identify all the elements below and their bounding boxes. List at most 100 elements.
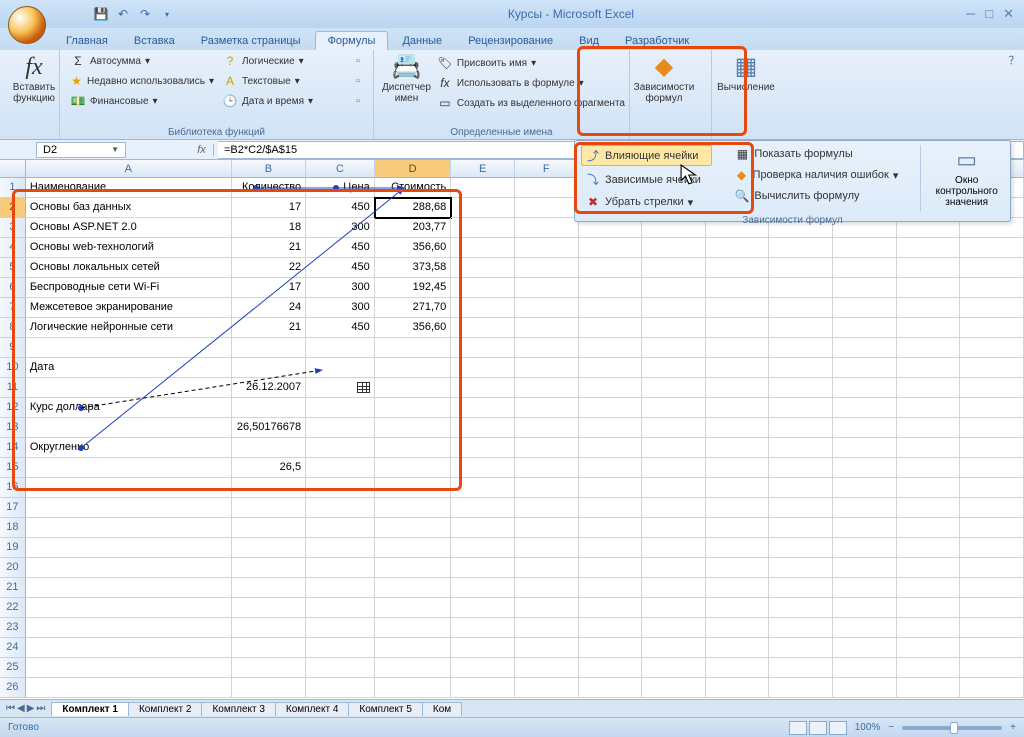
cell[interactable] xyxy=(451,558,515,578)
cell[interactable] xyxy=(960,498,1024,518)
cell[interactable] xyxy=(897,658,961,678)
cell[interactable] xyxy=(232,358,307,378)
cell[interactable] xyxy=(706,578,770,598)
formula-auditing-button[interactable]: ◆ Зависимости формул xyxy=(636,52,692,118)
cell[interactable] xyxy=(579,238,643,258)
cell[interactable] xyxy=(642,678,706,698)
cell[interactable] xyxy=(232,498,307,518)
cell[interactable] xyxy=(642,398,706,418)
row-header[interactable]: 15 xyxy=(0,458,26,478)
math-icon[interactable]: ▫ xyxy=(356,75,367,87)
cell[interactable] xyxy=(451,398,515,418)
cell[interactable] xyxy=(451,378,515,398)
cell[interactable] xyxy=(960,298,1024,318)
cell[interactable] xyxy=(642,438,706,458)
cell[interactable] xyxy=(232,638,307,658)
cell[interactable] xyxy=(897,298,961,318)
row-header[interactable]: 4 xyxy=(0,238,26,258)
cell[interactable] xyxy=(579,298,643,318)
cell[interactable] xyxy=(833,518,897,538)
cell[interactable] xyxy=(375,478,452,498)
cell[interactable]: Межсетевое экранирование xyxy=(26,298,232,318)
cell[interactable] xyxy=(579,638,643,658)
cell[interactable]: Основы локальных сетей xyxy=(26,258,232,278)
cell[interactable] xyxy=(451,338,515,358)
cell[interactable]: 17 xyxy=(232,198,307,218)
remove-arrows-button[interactable]: ✖Убрать стрелки ▾ xyxy=(581,193,712,211)
cell[interactable] xyxy=(306,358,375,378)
cell[interactable] xyxy=(706,438,770,458)
sheet-nav-prev-icon[interactable]: ◀ xyxy=(17,703,25,714)
cell[interactable] xyxy=(579,318,643,338)
cell[interactable] xyxy=(375,398,452,418)
lookup-icon[interactable]: ▫ xyxy=(356,55,367,67)
cell[interactable] xyxy=(375,418,452,438)
cell[interactable] xyxy=(515,518,579,538)
cell[interactable] xyxy=(960,358,1024,378)
cell[interactable] xyxy=(897,618,961,638)
redo-icon[interactable]: ↷ xyxy=(136,5,154,23)
cell[interactable] xyxy=(769,558,833,578)
cell[interactable] xyxy=(897,258,961,278)
cell[interactable] xyxy=(515,498,579,518)
cell[interactable] xyxy=(833,398,897,418)
col-header-C[interactable]: C xyxy=(306,160,375,177)
cell[interactable] xyxy=(642,358,706,378)
row-header[interactable]: 5 xyxy=(0,258,26,278)
cell[interactable] xyxy=(960,538,1024,558)
cell[interactable] xyxy=(642,498,706,518)
cell[interactable] xyxy=(451,578,515,598)
cell[interactable] xyxy=(515,418,579,438)
cell[interactable] xyxy=(451,218,515,238)
sheet-nav-next-icon[interactable]: ▶ xyxy=(27,703,35,714)
row-header[interactable]: 18 xyxy=(0,518,26,538)
cell[interactable] xyxy=(960,558,1024,578)
cell[interactable] xyxy=(451,298,515,318)
cell[interactable]: 356,60 xyxy=(375,318,452,338)
cell[interactable] xyxy=(306,638,375,658)
cell[interactable] xyxy=(897,678,961,698)
cell[interactable] xyxy=(642,238,706,258)
cell[interactable] xyxy=(897,638,961,658)
cell[interactable] xyxy=(375,438,452,458)
cell[interactable] xyxy=(232,338,307,358)
cell[interactable] xyxy=(833,558,897,578)
cell[interactable] xyxy=(26,558,232,578)
cell[interactable]: 300 xyxy=(306,298,375,318)
cell[interactable] xyxy=(960,678,1024,698)
cell[interactable] xyxy=(26,418,232,438)
cell[interactable] xyxy=(579,598,643,618)
use-in-formula-button[interactable]: fxИспользовать в формуле ▾ xyxy=(433,74,629,92)
cell[interactable] xyxy=(642,418,706,438)
cell[interactable] xyxy=(451,238,515,258)
row-header[interactable]: 23 xyxy=(0,618,26,638)
cell[interactable] xyxy=(579,438,643,458)
cell[interactable] xyxy=(451,178,515,198)
cell[interactable] xyxy=(451,678,515,698)
cell[interactable] xyxy=(515,218,579,238)
cell[interactable] xyxy=(769,638,833,658)
cell[interactable] xyxy=(833,458,897,478)
cell[interactable] xyxy=(375,498,452,518)
cell[interactable] xyxy=(375,558,452,578)
logical-button[interactable]: ?Логические ▾ xyxy=(218,52,356,70)
qat-customize-icon[interactable]: ▾ xyxy=(158,5,176,23)
cell[interactable] xyxy=(706,598,770,618)
cell[interactable] xyxy=(306,518,375,538)
cell[interactable]: 271,70 xyxy=(375,298,452,318)
cell[interactable] xyxy=(451,358,515,378)
cell[interactable] xyxy=(515,238,579,258)
cell[interactable] xyxy=(642,618,706,638)
row-header[interactable]: 16 xyxy=(0,478,26,498)
recent-functions-button[interactable]: ★Недавно использовались ▾ xyxy=(66,72,218,90)
cell[interactable] xyxy=(833,378,897,398)
cell[interactable] xyxy=(833,478,897,498)
cell[interactable] xyxy=(769,578,833,598)
cell[interactable]: 26.12.2007 xyxy=(232,378,307,398)
cell[interactable] xyxy=(706,678,770,698)
cell[interactable] xyxy=(833,358,897,378)
calculation-button[interactable]: ▦ Вычисление xyxy=(718,52,774,107)
cell[interactable] xyxy=(515,338,579,358)
cell[interactable] xyxy=(451,498,515,518)
cell[interactable] xyxy=(26,498,232,518)
